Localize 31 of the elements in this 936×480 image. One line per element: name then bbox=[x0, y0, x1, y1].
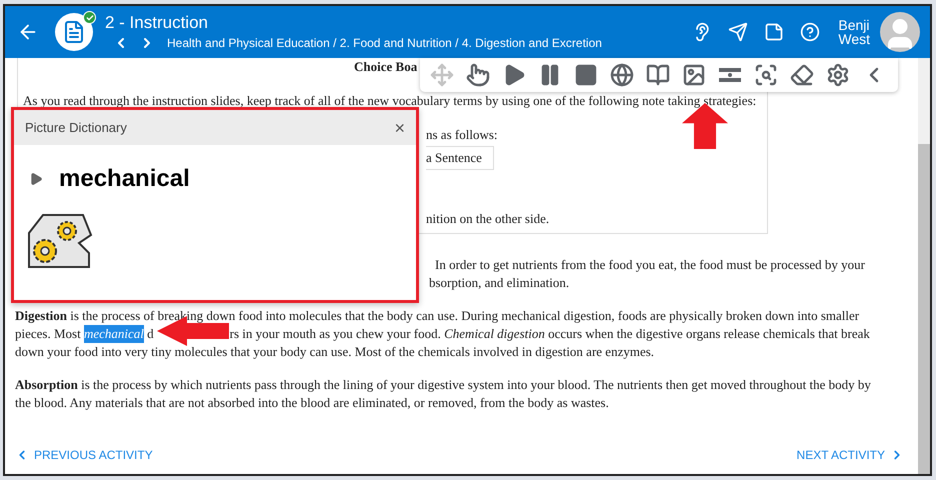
body-text: In order to get nutrients from the food you eat, the food must be processed by your bbox=[435, 256, 865, 274]
table-cell: a Sentence bbox=[426, 146, 494, 170]
body-text: pieces. Most bbox=[15, 325, 82, 343]
dictionary-word: mechanical bbox=[59, 164, 190, 194]
body-text: d bbox=[146, 325, 154, 343]
help-icon[interactable] bbox=[800, 22, 820, 42]
body-text: bsorption, and elimination. bbox=[429, 274, 570, 292]
highlighted-word: mechanical bbox=[84, 325, 144, 343]
popup-title: Picture Dictionary bbox=[25, 118, 127, 137]
intro-text: As you read through the instruction slides, keep track of all of the new vocabulary terms by using one of the following note taking strategies: bbox=[23, 92, 758, 110]
document-icon bbox=[55, 13, 93, 51]
body-text: ns as follows: bbox=[426, 126, 498, 144]
activity-title: 2 - Instruction bbox=[105, 12, 209, 32]
previous-activity-link[interactable]: PREVIOUS ACTIVITY bbox=[15, 446, 153, 464]
gears-icon bbox=[27, 213, 93, 269]
scrollbar[interactable] bbox=[918, 58, 930, 474]
note-icon[interactable] bbox=[764, 22, 784, 42]
absorption-paragraph: Absorption is the process by which nutrients pass through the lining of your digestive system into your blood. The nutrients then get moved throughout the body by the blood. Any materials that are not absorbed into the blood are eliminated, or removed, from the body as wastes. bbox=[15, 376, 872, 412]
body-text: rs in your mouth as you chew your food. Chemical digestion occurs when the digestive organs release chemicals that break bbox=[230, 325, 870, 343]
avatar[interactable] bbox=[880, 12, 920, 52]
next-activity-link[interactable]: NEXT ACTIVITY bbox=[796, 446, 904, 464]
user-name: West bbox=[838, 32, 870, 46]
expand-icon[interactable] bbox=[29, 172, 43, 186]
send-icon[interactable] bbox=[728, 22, 748, 42]
heading-fragment: Choice Boa bbox=[354, 58, 418, 76]
body-text: Digestion is the process of breaking down food into molecules that the body can use. During mechanical digestion, foods are physically broken down into smaller bbox=[15, 307, 860, 325]
body-text: down your food into very tiny molecules that your body can use. Most of the chemicals involved in digestion are enzymes. bbox=[15, 343, 654, 361]
breadcrumb: Health and Physical Education / 2. Food and Nutrition / 4. Digestion and Excretion bbox=[167, 34, 602, 52]
body-text: nition on the other side. bbox=[426, 210, 550, 228]
close-button[interactable]: × bbox=[394, 118, 405, 136]
user-name: Benji bbox=[838, 18, 870, 32]
